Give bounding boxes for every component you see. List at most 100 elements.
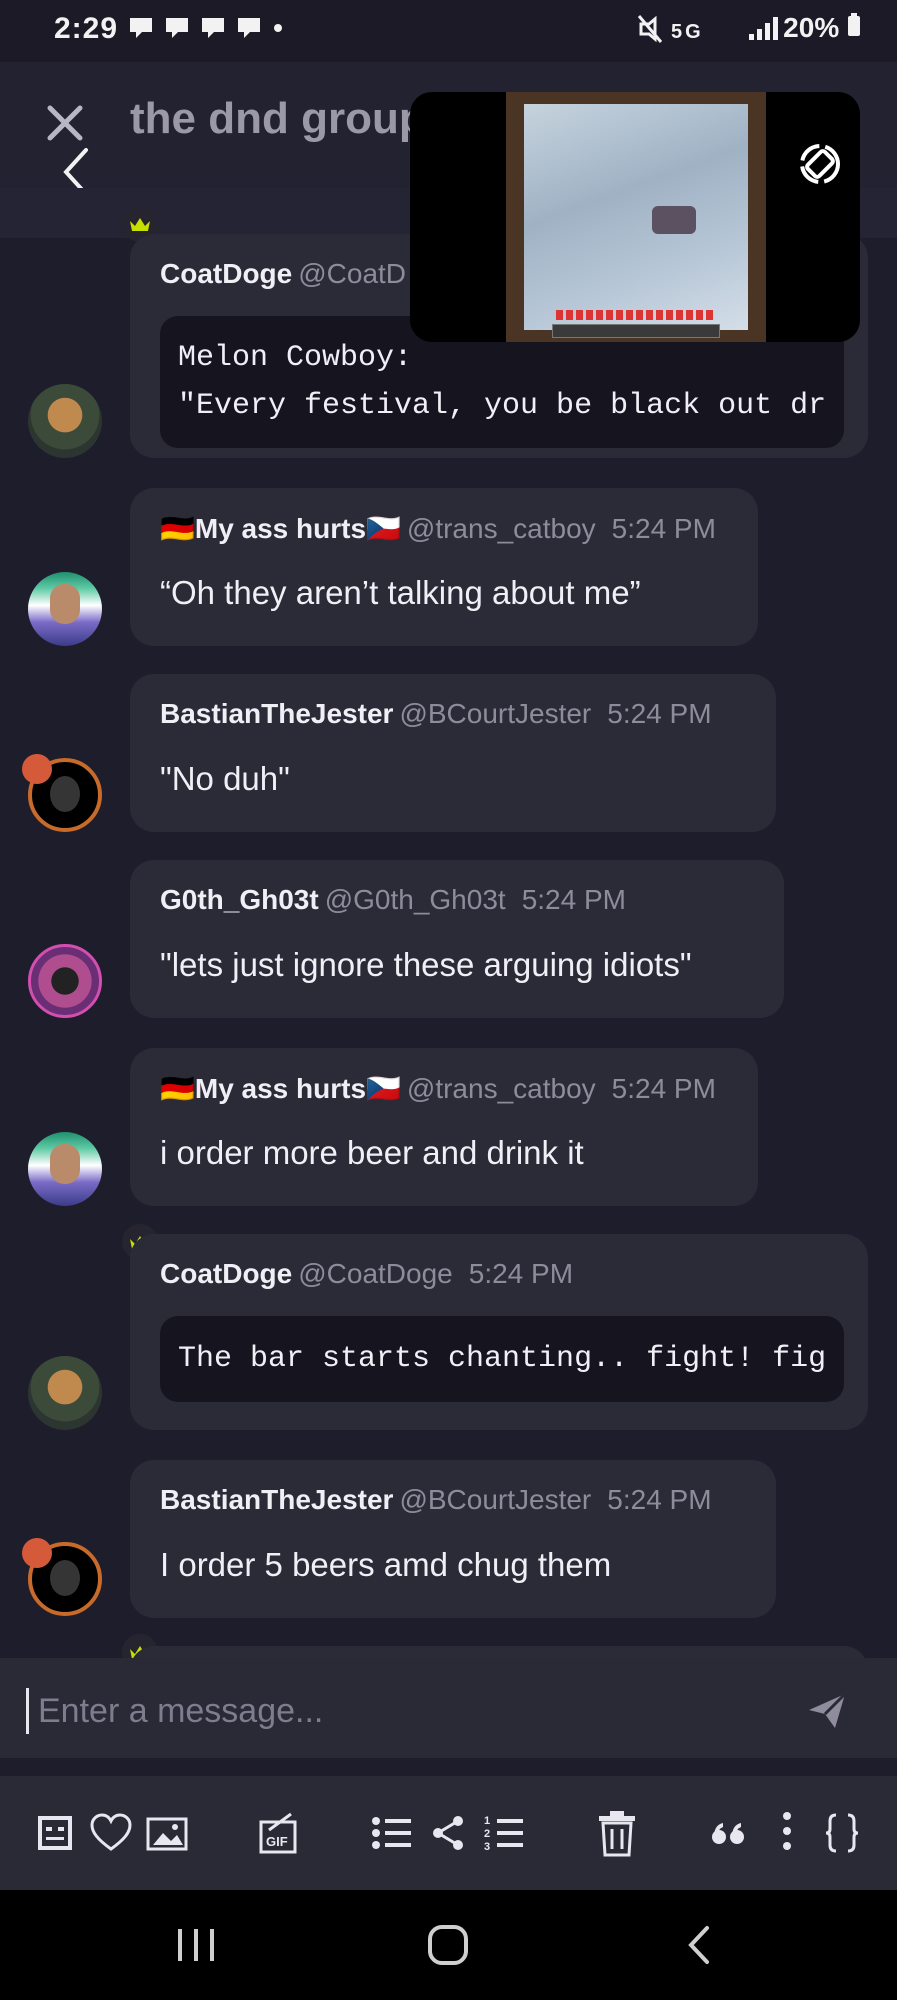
message-bubble[interactable]: G0th_Gh03t @G0th_Gh03t 5:24 PM "lets just … <box>130 860 784 1018</box>
message-text: I order 5 beers amd chug them <box>160 1546 612 1583</box>
message-header: G0th_Gh03t @G0th_Gh03t 5:24 PM <box>160 884 626 916</box>
avatar-decoration <box>22 1538 52 1568</box>
message-username[interactable]: BastianTheJester <box>160 698 393 729</box>
message-bubble[interactable]: 🇩🇪My ass hurts🇨🇿 @trans_catboy 5:24 PM “Oh… <box>130 488 758 646</box>
message-time: 5:24 PM <box>468 1258 574 1289</box>
message-handle: @BCourtJester <box>399 1484 592 1515</box>
delete-button[interactable] <box>594 1776 640 1890</box>
avatar[interactable] <box>28 944 102 1018</box>
message-handle: @trans_catboy <box>406 513 596 544</box>
recent-apps-icon <box>178 1929 214 1961</box>
share-button[interactable] <box>426 1776 470 1890</box>
message-header: BastianTheJester @BCourtJester 5:24 PM <box>160 1484 712 1516</box>
formatting-toolbar: GIF 123 <box>0 1776 897 1890</box>
message-text: “Oh they aren’t talking about me” <box>160 574 641 611</box>
message-header: CoatDoge @CoatD <box>160 258 406 290</box>
status-time: 2:29 <box>54 12 119 45</box>
game-hotbar <box>552 324 720 338</box>
network-label: 5G <box>671 21 704 43</box>
more-icon <box>783 1812 791 1850</box>
message-bubble[interactable] <box>130 1646 868 1658</box>
game-health-bar <box>556 310 716 320</box>
game-character <box>652 206 696 234</box>
message-bubble[interactable]: BastianTheJester @BCourtJester 5:24 PM "No… <box>130 674 776 832</box>
message-bubble[interactable]: BastianTheJester @BCourtJester 5:24 PM I o… <box>130 1460 776 1618</box>
svg-text:3: 3 <box>484 1841 490 1853</box>
message-text: i order more beer and drink it <box>160 1134 584 1171</box>
signal-icon: 5G <box>637 15 778 43</box>
emoji-button[interactable] <box>32 1776 78 1890</box>
numbered-list-button[interactable]: 123 <box>482 1776 526 1890</box>
recent-apps-button[interactable] <box>136 1890 256 2000</box>
numbered-list-icon: 123 <box>484 1815 523 1853</box>
message-handle: @G0th_Gh03t <box>324 884 506 915</box>
message-list[interactable]: CoatDoge @CoatD Melon Cowboy: "Every fest… <box>0 188 897 1658</box>
message-time: 5:24 PM <box>611 513 716 544</box>
message-time: 5:24 PM <box>607 1484 712 1515</box>
code-button[interactable] <box>820 1776 864 1890</box>
quote-button[interactable] <box>706 1776 752 1890</box>
heart-button[interactable] <box>88 1776 134 1890</box>
message-input[interactable] <box>36 1680 800 1742</box>
chat-icon <box>130 18 282 38</box>
message-header: 🇩🇪My ass hurts🇨🇿 @trans_catboy 5:24 PM <box>160 1072 716 1105</box>
home-icon <box>428 1925 468 1965</box>
message-username[interactable]: G0th_Gh03t <box>160 884 319 915</box>
avatar[interactable] <box>28 1132 102 1206</box>
message-text: "lets just ignore these arguing idiots" <box>160 946 692 983</box>
message-time: 5:24 PM <box>611 1073 716 1104</box>
message-handle: @trans_catboy <box>406 1073 596 1104</box>
close-button[interactable] <box>40 98 92 150</box>
image-button[interactable] <box>144 1776 192 1890</box>
crown-icon <box>130 218 150 231</box>
heart-icon <box>90 1813 132 1851</box>
back-nav-button[interactable] <box>640 1890 760 2000</box>
bullet-list-icon <box>372 1817 411 1849</box>
back-nav-icon <box>688 1926 709 1964</box>
message-username[interactable]: CoatDoge <box>160 258 292 289</box>
quote-icon <box>712 1823 744 1844</box>
picture-in-picture-video[interactable] <box>410 92 860 342</box>
home-button[interactable] <box>388 1890 508 2000</box>
text-cursor <box>26 1688 29 1734</box>
message-username[interactable]: 🇩🇪My ass hurts🇨🇿 <box>160 513 401 544</box>
svg-text:1: 1 <box>484 1815 490 1827</box>
message-header: BastianTheJester @BCourtJester 5:24 PM <box>160 698 712 730</box>
message-username[interactable]: BastianTheJester <box>160 1484 393 1515</box>
status-icons: 5G <box>637 14 787 50</box>
message-username[interactable]: 🇩🇪My ass hurts🇨🇿 <box>160 1073 401 1104</box>
message-header: 🇩🇪My ass hurts🇨🇿 @trans_catboy 5:24 PM <box>160 512 716 545</box>
avatar[interactable] <box>28 384 102 458</box>
message-header: CoatDoge @CoatDoge 5:24 PM <box>160 1258 573 1290</box>
notification-icons <box>128 12 288 49</box>
code-line: "Every festival, you be black out dr <box>178 389 827 423</box>
avatar[interactable] <box>28 1356 102 1430</box>
system-nav-bar <box>0 1890 897 2000</box>
gif-button[interactable]: GIF <box>254 1776 304 1890</box>
message-composer <box>0 1658 897 1758</box>
svg-text:2: 2 <box>484 1828 490 1840</box>
share-icon <box>433 1816 463 1850</box>
code-braces-icon <box>825 1813 859 1853</box>
trash-icon <box>599 1811 635 1857</box>
code-line: The bar starts chanting.. fight! fig <box>178 1342 827 1376</box>
avatar[interactable] <box>28 572 102 646</box>
svg-text:GIF: GIF <box>266 1834 288 1849</box>
battery-percent: 20% <box>783 12 840 43</box>
status-bar: 2:29 5G 20% <box>0 0 897 62</box>
more-options-button[interactable] <box>770 1776 804 1890</box>
code-block: The bar starts chanting.. fight! fig <box>160 1316 844 1402</box>
message-time: 5:24 PM <box>521 884 626 915</box>
battery: 20% <box>783 12 861 44</box>
rotate-button[interactable] <box>794 138 846 190</box>
message-username[interactable]: CoatDoge <box>160 1258 292 1289</box>
bullet-list-button[interactable] <box>370 1776 414 1890</box>
rotate-icon <box>800 144 840 184</box>
gif-icon: GIF <box>259 1812 297 1854</box>
send-button[interactable] <box>805 1688 849 1732</box>
message-bubble[interactable]: CoatDoge @CoatDoge 5:24 PM The bar starts … <box>130 1234 868 1430</box>
message-bubble[interactable]: 🇩🇪My ass hurts🇨🇿 @trans_catboy 5:24 PM i o… <box>130 1048 758 1206</box>
video-frame <box>506 92 766 342</box>
emoji-icon <box>38 1816 72 1850</box>
message-time: 5:24 PM <box>607 698 712 729</box>
